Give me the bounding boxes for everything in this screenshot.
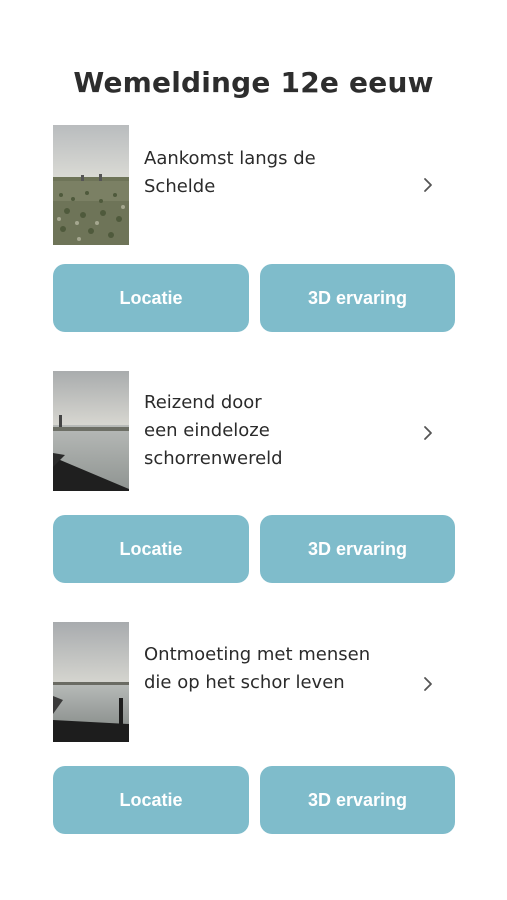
episode-row[interactable]: Aankomst langs de Schelde: [53, 125, 455, 249]
episode-title: Aankomst langs de Schelde: [144, 148, 316, 197]
episode-thumbnail: [53, 622, 129, 742]
location-button[interactable]: Locatie: [53, 515, 249, 583]
episode-card: Ontmoeting met mensen die op het schor l…: [53, 622, 455, 834]
episode-card: Reizend door een eindeloze schorrenwerel…: [53, 371, 455, 583]
3d-experience-button[interactable]: 3D ervaring: [260, 766, 455, 834]
chevron-right-icon[interactable]: [421, 423, 435, 443]
3d-experience-button[interactable]: 3D ervaring: [260, 264, 455, 332]
episode-title: Ontmoeting met mensen die op het schor l…: [144, 644, 371, 693]
episode-actions: Locatie 3D ervaring: [53, 766, 455, 834]
episode-row[interactable]: Ontmoeting met mensen die op het schor l…: [53, 622, 455, 746]
3d-experience-button[interactable]: 3D ervaring: [260, 515, 455, 583]
episode-title: Reizend door een eindeloze schorrenwerel…: [144, 392, 283, 469]
episode-thumbnail: [53, 371, 129, 491]
location-button[interactable]: Locatie: [53, 264, 249, 332]
episode-thumbnail: [53, 125, 129, 245]
chevron-right-icon[interactable]: [421, 674, 435, 694]
episode-actions: Locatie 3D ervaring: [53, 264, 455, 332]
episode-card: Aankomst langs de Schelde Locatie 3D erv…: [53, 125, 455, 332]
episode-row[interactable]: Reizend door een eindeloze schorrenwerel…: [53, 371, 455, 495]
chevron-right-icon[interactable]: [421, 175, 435, 195]
episode-actions: Locatie 3D ervaring: [53, 515, 455, 583]
page-title: Wemeldinge 12e eeuw: [73, 66, 434, 99]
location-button[interactable]: Locatie: [53, 766, 249, 834]
